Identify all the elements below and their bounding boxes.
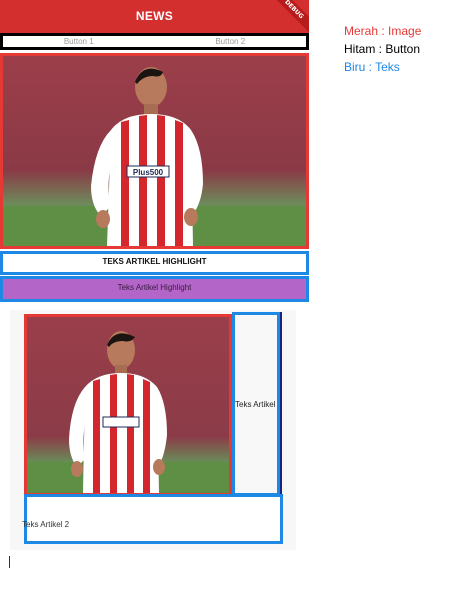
headline-text: TEKS ARTIKEL HIGHLIGHT bbox=[0, 251, 309, 275]
color-legend: Merah : Image Hitam : Button Biru : Teks bbox=[344, 22, 421, 76]
side-article-text: Teks Artikel bbox=[232, 312, 282, 498]
button-row: Button 1 Button 2 bbox=[0, 33, 309, 50]
main-article-image[interactable]: Plus500 bbox=[0, 53, 309, 249]
bottom-text-box bbox=[24, 494, 283, 544]
bottom-article-text: Teks Artikel 2 bbox=[22, 520, 70, 529]
legend-blue-text: Biru : Teks bbox=[344, 60, 400, 74]
footballer-photo-small bbox=[27, 317, 229, 493]
button-2[interactable]: Button 2 bbox=[155, 36, 307, 47]
app-bar-title: NEWS bbox=[135, 9, 174, 23]
sponsor-logo: Plus500 bbox=[133, 168, 164, 177]
button-1[interactable]: Button 1 bbox=[3, 36, 155, 47]
footballer-photo: Plus500 bbox=[3, 56, 306, 246]
legend-red-image: Merah : Image bbox=[344, 24, 422, 38]
card-image[interactable] bbox=[24, 314, 232, 496]
text-cursor bbox=[9, 556, 10, 568]
card-divider bbox=[280, 312, 282, 498]
highlight-text-box: Teks Artikel Highlight bbox=[0, 276, 309, 302]
legend-black-button: Hitam : Button bbox=[344, 42, 421, 56]
app-bar: NEWS DEBUG bbox=[0, 0, 309, 33]
side-article-label: Teks Artikel bbox=[235, 399, 276, 409]
highlight-text: Teks Artikel Highlight bbox=[3, 279, 306, 299]
